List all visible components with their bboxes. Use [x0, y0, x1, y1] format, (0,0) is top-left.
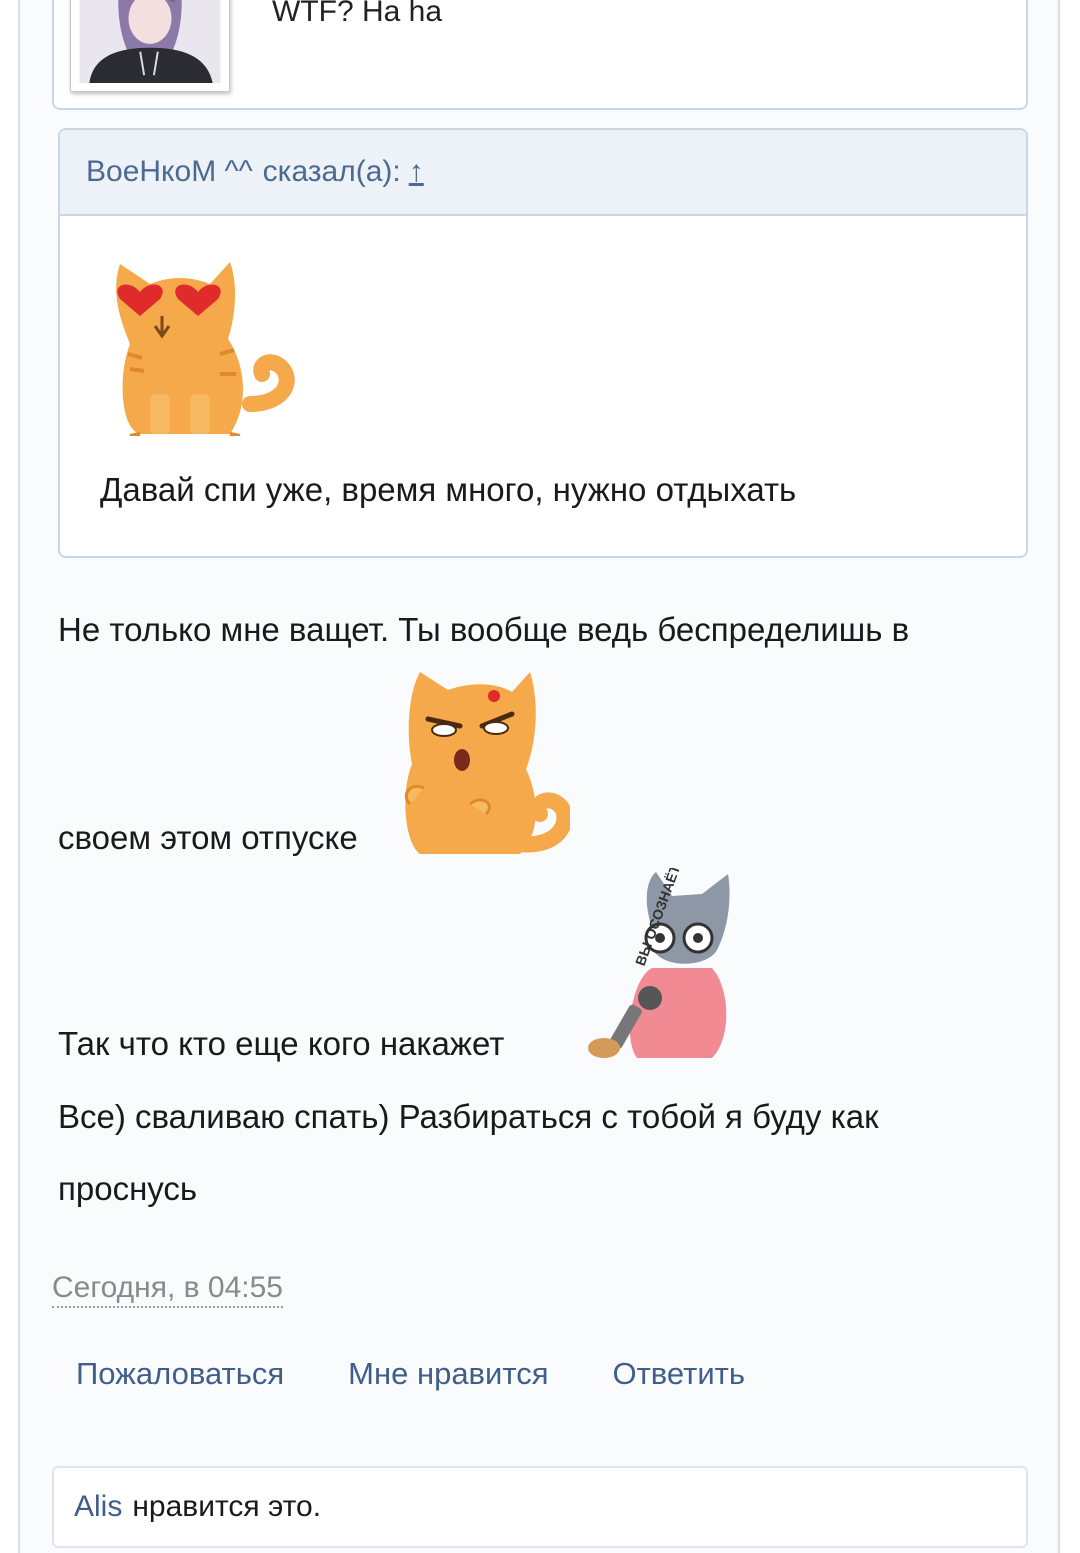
likes-text: нравится это. — [132, 1490, 322, 1523]
message-line-3: Так что кто еще кого накажет — [58, 1025, 505, 1062]
liker-username[interactable]: Alis — [74, 1490, 122, 1524]
post-timestamp[interactable]: Сегодня, в 04:55 — [52, 1270, 283, 1308]
message-line-2: своем этом отпуске — [58, 819, 358, 856]
likes-summary: Alis нравится это. — [52, 1466, 1028, 1548]
quote-text: Давай спи уже, время много, нужно отдыха… — [100, 471, 797, 508]
message-line-5: проснусь — [58, 1170, 198, 1207]
avatar-image — [79, 0, 221, 83]
avatar[interactable] — [70, 0, 230, 92]
previous-quote-text: WTF? Ha ha — [272, 0, 443, 28]
cat-angry-sticker — [404, 672, 570, 854]
like-button[interactable]: Мне нравится — [348, 1356, 548, 1392]
message-line-4: Все) сваливаю спать) Разбираться с тобой… — [58, 1098, 879, 1135]
quote-header: ВоеНкоМ ^^ сказал(а): ↑ — [60, 130, 1026, 216]
quote-block: ВоеНкоМ ^^ сказал(а): ↑ Давай спи уже, в… — [58, 128, 1028, 558]
jump-to-quote-link[interactable]: ↑ — [409, 155, 424, 189]
quote-said-label: сказал(а): — [262, 155, 401, 188]
report-button[interactable]: Пожаловаться — [76, 1356, 284, 1392]
post-actions: Пожаловаться Мне нравится Ответить — [76, 1356, 745, 1392]
cat-microphone-sticker: ВЫ ОСОЗНАЁТЕ? — [588, 868, 730, 1058]
message-line-1: Не только мне ващет. Ты вообще ведь бесп… — [58, 611, 910, 648]
quote-author[interactable]: ВоеНкоМ ^^ — [86, 155, 253, 189]
reply-button[interactable]: Ответить — [612, 1356, 745, 1392]
cat-hearts-sticker — [116, 262, 295, 436]
